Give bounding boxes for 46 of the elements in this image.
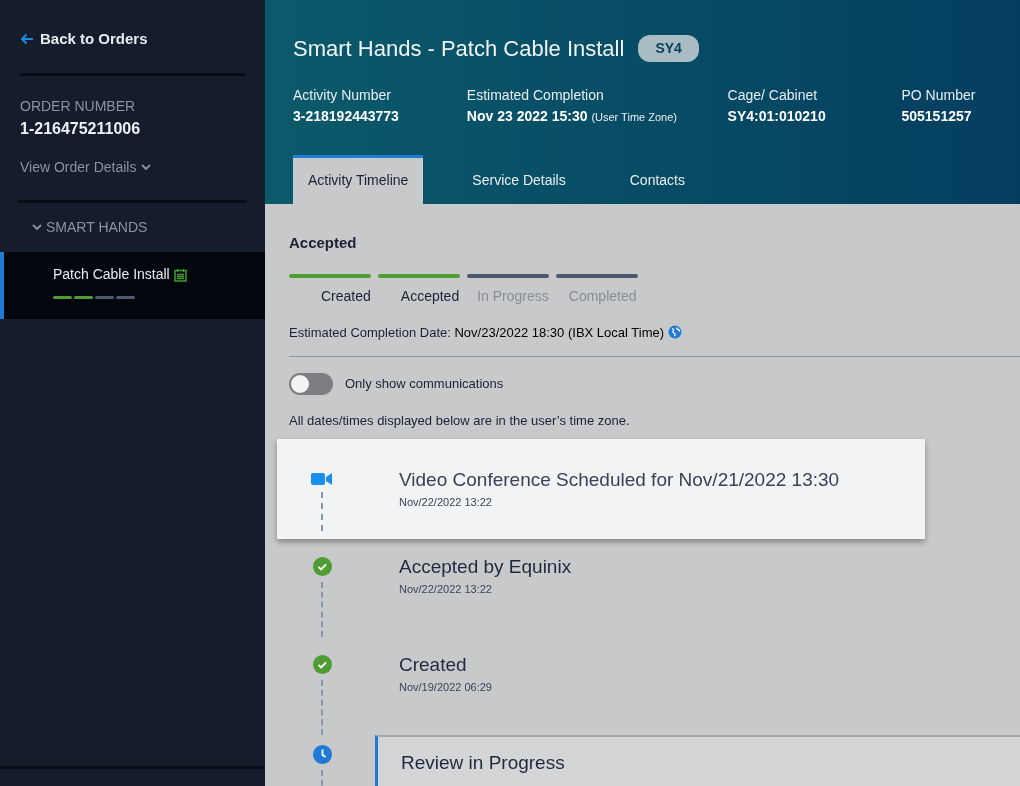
video-camera-icon [311,471,333,486]
time-zone-note: All dates/times displayed below are in the user’s time zone. [289,412,631,430]
tab[interactable]: Activity Timeline [293,155,424,204]
event-title: Accepted by Equinix [399,554,573,579]
order-number-label: ORDER NUMBER [20,97,137,117]
field-label: Activity Number [293,86,393,105]
check-circle-icon [312,556,332,576]
tab[interactable]: Contacts [614,155,700,204]
event-title: Created [399,652,468,677]
step-label: In Progress [477,286,549,306]
calendar-icon [173,267,187,282]
communications-toggle[interactable] [289,373,333,395]
page-title: Smart Hands - Patch Cable Install [293,35,625,63]
chevron-down-icon [141,164,152,172]
event-time: Nov/22/2022 13:22 [399,495,493,510]
step-label: Created [321,286,371,306]
event-title: Review in Progress [401,750,566,775]
order-number: 1-216475211006 [20,119,142,140]
field-value: 3-218192443773 [293,107,400,126]
event-time: Nov/19/2022 06:29 [399,680,493,695]
chevron-down-icon [32,224,42,232]
view-order-details-toggle[interactable]: View Order Details [20,157,152,179]
smart-hands-section[interactable]: SMART HANDS [32,217,148,239]
tab[interactable]: Service Details [457,155,581,204]
location-badge: SY4 [638,35,699,62]
globe-icon [668,325,683,340]
event-title: Video Conference Scheduled for Nov/21/2022 13:30 [399,467,841,492]
toggle-label: Only show communications [345,375,504,394]
status-title: Accepted [289,233,358,253]
step-label: Completed [568,286,637,306]
clock-icon [312,744,332,764]
estimated-completion-date: Estimated Completion Date: Nov/23/2022 18:30 (IBX Local Time) [289,323,665,342]
field-value: SY4:01:010210 [727,107,827,126]
item-label: Patch Cable Install [53,265,170,285]
field-label: PO Number [901,86,977,105]
back-to-orders-link[interactable]: Back to Orders [20,28,148,51]
time-zone-note: (User Time Zone) [591,111,677,123]
back-arrow-icon [20,33,34,46]
field-value: Nov 23 2022 15:30 (User Time Zone) [466,107,678,126]
event-time: Nov/22/2022 13:22 [399,582,493,597]
step-label: Accepted [400,286,460,306]
field-value: 505151257 [901,107,973,126]
check-circle-icon [312,654,332,674]
field-label: Cage/ Cabinet [727,86,819,105]
sidebar-item[interactable]: Patch Cable Install [0,252,265,320]
field-label: Estimated Completion [466,86,605,105]
